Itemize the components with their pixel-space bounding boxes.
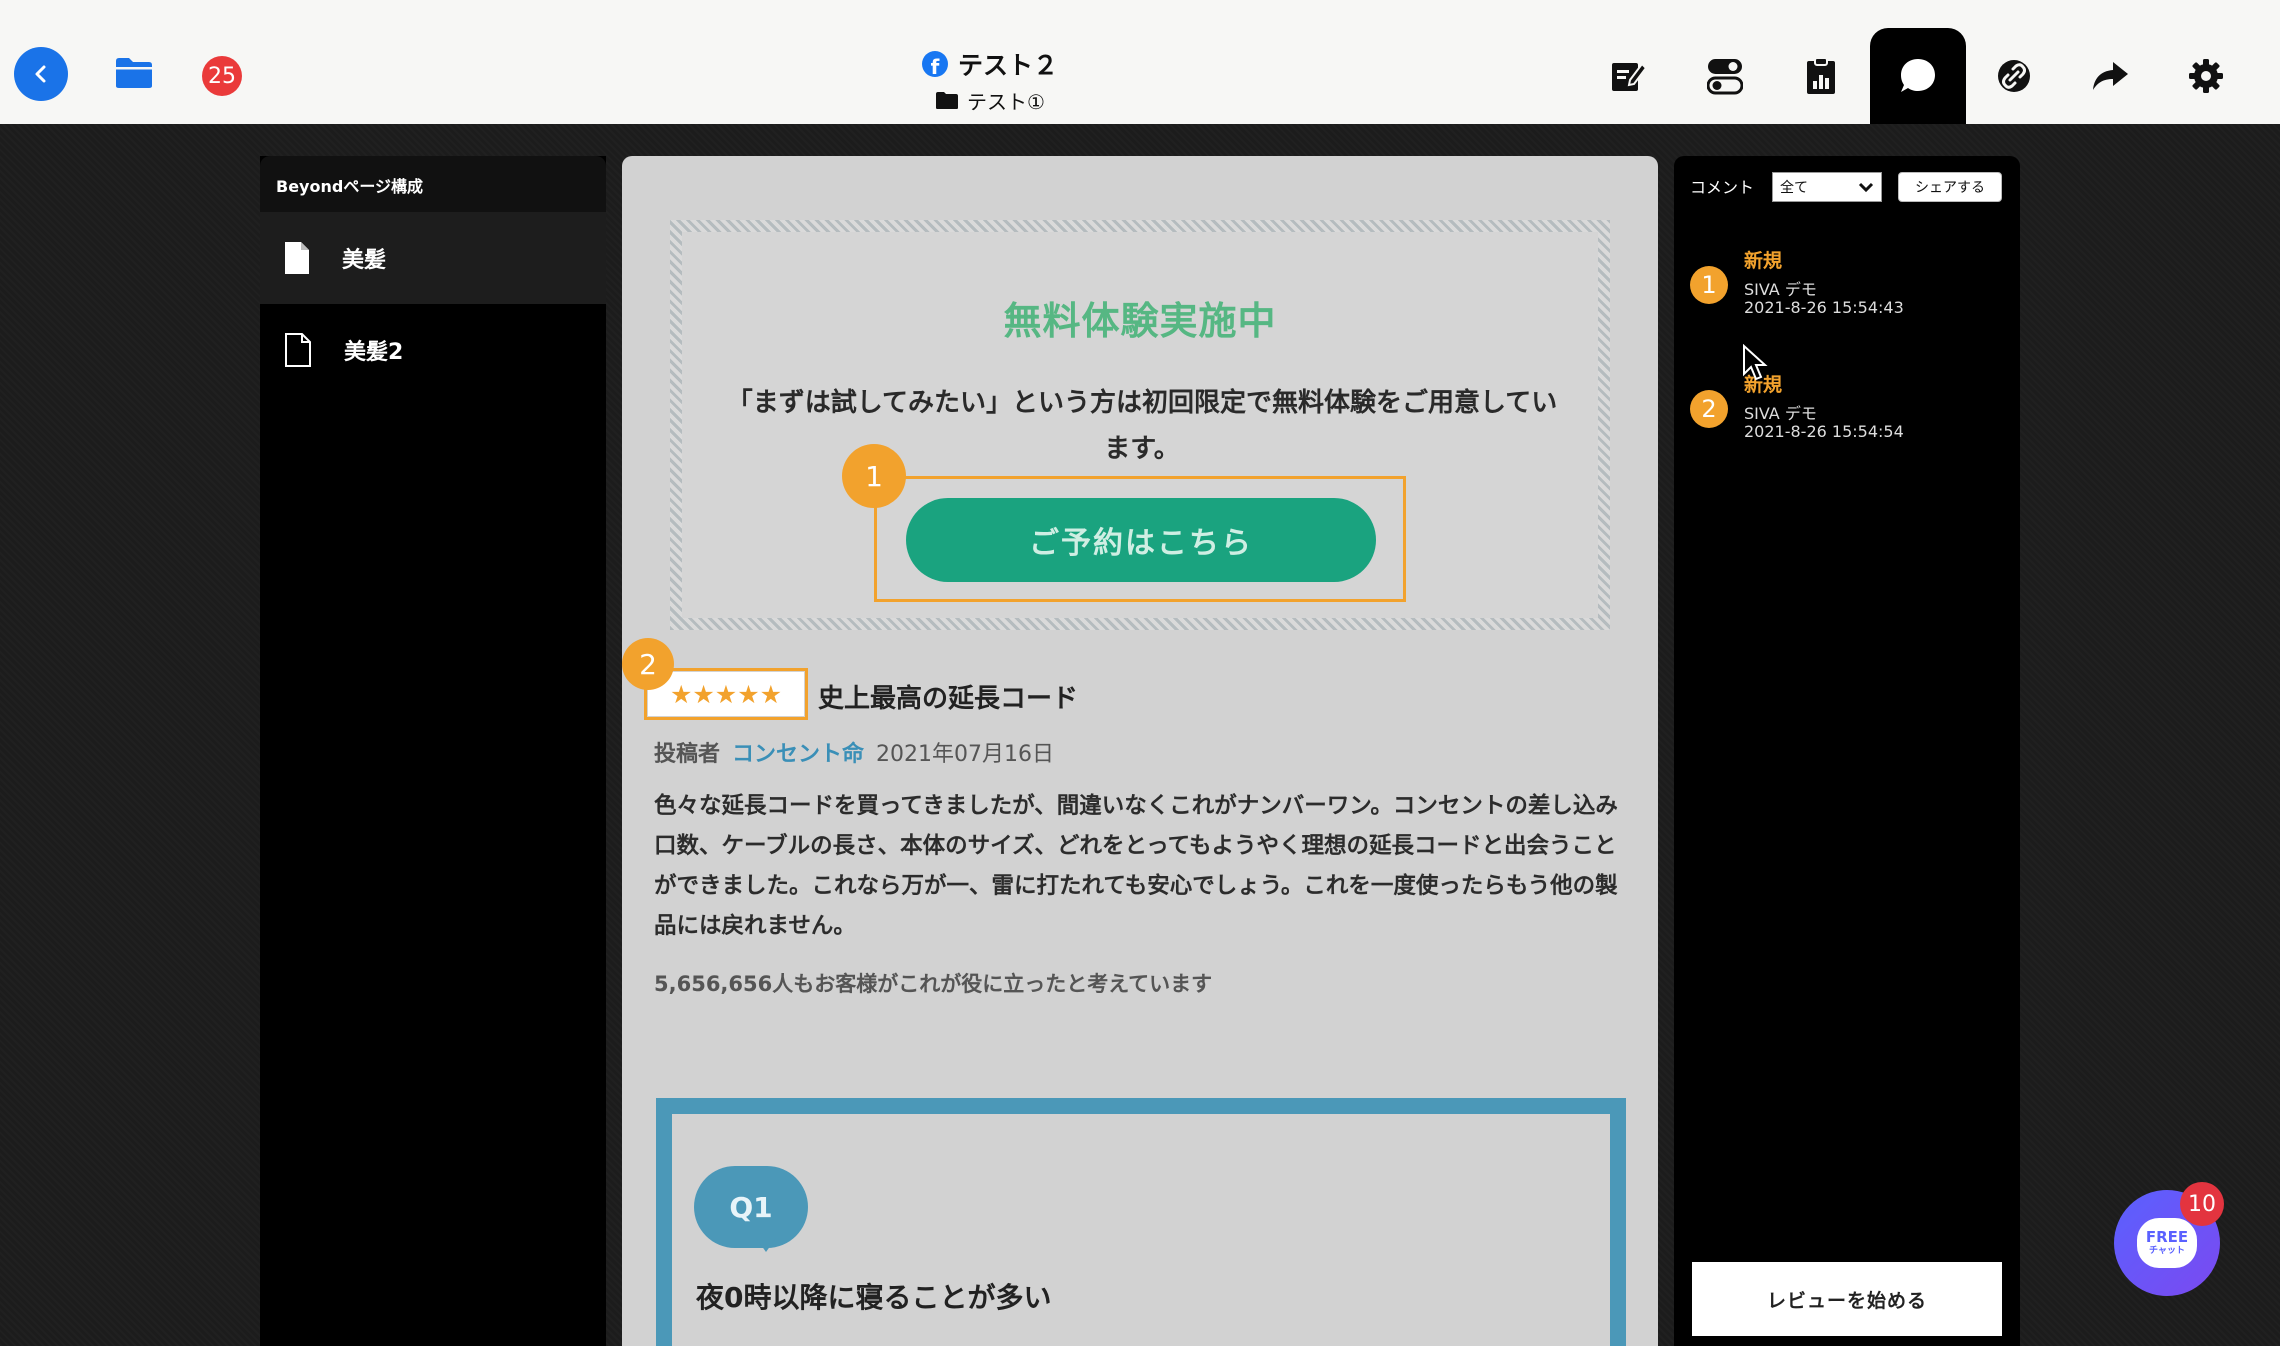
edit-icon (1612, 62, 1648, 91)
comment-time: 2021-8-26 15:54:54 (1744, 422, 1904, 441)
sidebar-item-label: 美髪 (342, 248, 387, 273)
page-structure-panel: Beyondページ構成 美髪 美髪2 (260, 156, 606, 1346)
folder-button[interactable] (114, 56, 154, 90)
comment-item[interactable]: 2 新規 SIVA デモ 2021-8-26 15:54:54 (1690, 370, 1990, 460)
chat-label: FREE (2145, 1228, 2189, 1246)
sidebar-item-label: 美髪2 (344, 340, 404, 365)
top-toolbar: 25 f テスト２ テスト① (0, 0, 2280, 124)
page-structure-title: Beyondページ構成 (260, 156, 606, 212)
share-comments-button[interactable]: シェアする (1898, 172, 2002, 202)
star-rating: ★★★★★ (648, 672, 804, 716)
tool-comment[interactable] (1870, 28, 1966, 124)
chat-bubble-icon: FREE チャット (2137, 1218, 2197, 1268)
comment-label: コメント (1690, 178, 1755, 197)
tool-share[interactable] (2062, 28, 2158, 124)
share-icon (2093, 62, 2128, 90)
back-button[interactable] (14, 47, 68, 101)
review-meta: 投稿者 コンセント命 2021年07月16日 (654, 736, 1054, 768)
comment-number: 1 (1690, 266, 1728, 304)
comment-user: SIVA デモ (1744, 280, 1817, 299)
page-title: テスト２ (957, 51, 1058, 80)
page-title-block: f テスト２ テスト① (840, 46, 1140, 115)
review-date: 2021年07月16日 (876, 742, 1055, 767)
sidebar-item-bihatsu2[interactable]: 美髪2 (260, 304, 606, 396)
comment-highlight-1[interactable] (874, 476, 1406, 602)
comment-item[interactable]: 1 新規 SIVA デモ 2021-8-26 15:54:43 (1690, 246, 1990, 336)
review-body: 色々な延長コードを買ってきましたが、間違いなくこれがナンバーワン。コンセントの差… (654, 793, 1618, 939)
comment-icon (1901, 59, 1935, 92)
sidebar-item-bihatsu[interactable]: 美髪 (260, 212, 606, 304)
comment-filter-value: 全て (1780, 180, 1808, 196)
tool-edit[interactable] (1581, 28, 1677, 124)
promo-title: 無料体験実施中 (1003, 299, 1277, 343)
helpful-count: 5,656,656人もお客様がこれが役に立ったと考えています (654, 972, 1213, 996)
qa-section: Q1 夜0時以降に寝ることが多い (656, 1098, 1626, 1346)
comment-user: SIVA デモ (1744, 404, 1817, 423)
toggle-icon (1707, 59, 1743, 95)
comment-pin-2[interactable]: 2 (622, 638, 674, 690)
review-title: 史上最高の延長コード (818, 684, 1079, 714)
folder-icon (936, 92, 959, 109)
tool-settings[interactable] (2158, 28, 2254, 124)
review-meta-label: 投稿者 (654, 742, 721, 767)
comment-panel: コメント 全て シェアする 1 新規 SIVA デモ 2021-8-26 15:… (1674, 156, 2020, 1346)
document-outline-icon (285, 333, 311, 367)
comment-number: 2 (1690, 390, 1728, 428)
folder-icon (116, 58, 152, 88)
report-icon (1807, 57, 1835, 94)
gear-icon (2189, 59, 2223, 93)
question-text: 夜0時以降に寝ることが多い (696, 1281, 1052, 1314)
folder-name: テスト① (967, 90, 1045, 114)
chevron-down-icon (1858, 182, 1874, 193)
comment-status: 新規 (1744, 250, 1783, 272)
facebook-icon: f (921, 51, 948, 77)
review-author[interactable]: コンセント命 (732, 736, 864, 768)
comment-filter-select[interactable]: 全て (1772, 172, 1882, 202)
page-preview[interactable]: 無料体験実施中 「まずは試してみたい」という方は初回限定で無料体験をご用意してい… (622, 156, 1658, 1346)
tool-report[interactable] (1773, 28, 1869, 124)
mouse-cursor-icon (1742, 344, 1768, 382)
chat-sublabel: チャット (2149, 1246, 2185, 1256)
document-icon (285, 242, 309, 274)
comment-pin-1[interactable]: 1 (842, 444, 906, 508)
chevron-left-icon (35, 65, 46, 83)
chat-unread-badge: 10 (2180, 1182, 2224, 1226)
link-icon (1998, 60, 2030, 92)
question-badge: Q1 (694, 1166, 808, 1252)
comment-time: 2021-8-26 15:54:43 (1744, 298, 1904, 317)
tool-toggle[interactable] (1677, 28, 1773, 124)
tool-link[interactable] (1966, 28, 2062, 124)
notification-badge[interactable]: 25 (202, 56, 242, 96)
start-review-button[interactable]: レビューを始める (1692, 1262, 2002, 1336)
